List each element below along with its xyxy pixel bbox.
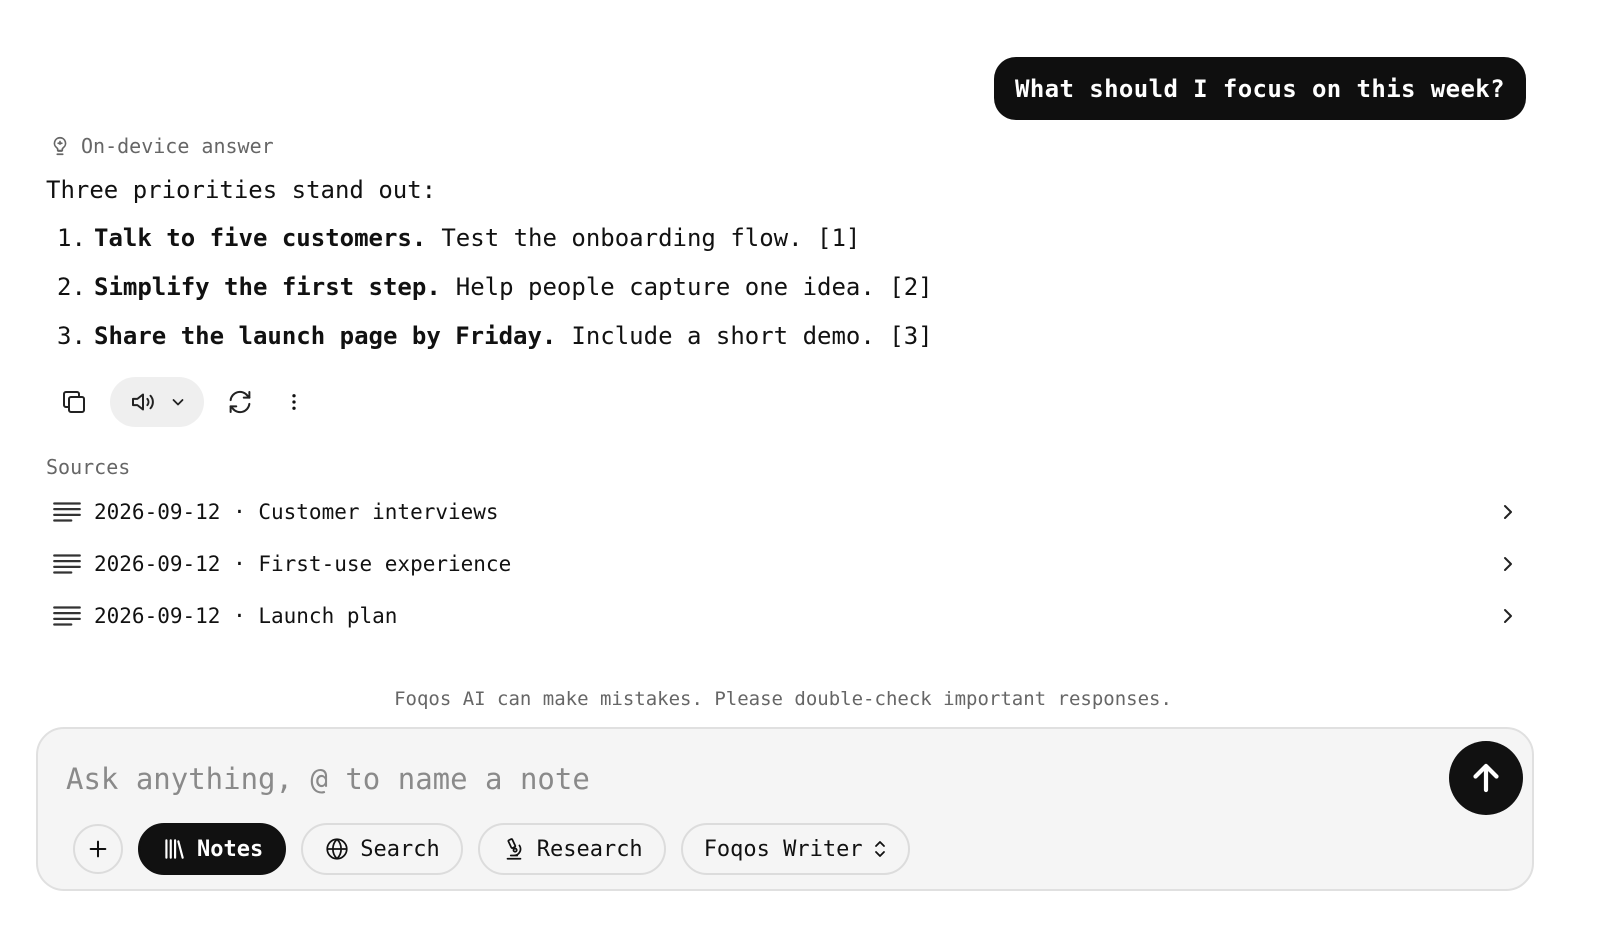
document-lines-icon [53,554,81,574]
arrow-up-icon [1473,763,1499,793]
document-lines-icon [53,502,81,522]
chevron-down-icon [172,399,184,406]
regenerate-button[interactable] [220,378,260,426]
globe-icon [326,838,348,860]
list-item-number: 3. [57,322,86,350]
source-item[interactable]: 2026-09-12 · First-use experience [46,538,1524,590]
more-vertical-icon [292,394,296,410]
source-item[interactable]: 2026-09-12 · Customer interviews [46,486,1524,538]
list-item: 3. Share the launch page by Friday. Incl… [57,322,933,371]
source-item-label: 2026-09-12 · Launch plan [94,604,398,628]
chevron-right-icon [1504,557,1512,571]
ask-input[interactable] [66,753,1426,805]
composer: Notes Search Research Foqos Writer [36,727,1534,891]
notes-chip[interactable]: Notes [138,823,287,875]
list-item: 1. Talk to five customers. Test the onbo… [57,224,933,273]
microscope-icon [506,838,522,860]
research-chip-label: Research [536,836,643,862]
priority-list: 1. Talk to five customers. Test the onbo… [57,224,933,371]
refresh-icon [229,390,251,414]
chevron-right-icon [1504,609,1512,623]
list-item-title: Share the launch page by Friday. [94,322,557,350]
list-item-title: Simplify the first step. [94,273,441,301]
list-item-title: Talk to five customers. [94,224,427,252]
answer-actions [54,377,304,427]
chevron-right-icon [1504,505,1512,519]
search-chip[interactable]: Search [301,823,463,875]
document-lines-icon [53,606,81,626]
list-item-number: 1. [57,224,86,252]
notes-chip-label: Notes [197,836,264,862]
send-button[interactable] [1449,741,1523,815]
list-item-text: Test the onboarding flow. [1] [441,224,861,252]
speaker-icon [132,393,154,411]
model-selector[interactable]: Foqos Writer [680,823,910,875]
chevron-up-down-icon [874,841,885,857]
sources-heading: Sources [46,455,131,479]
sources-list: 2026-09-12 · Customer interviews 2026-09… [46,486,1524,642]
user-message-bubble: What should I focus on this week? [993,57,1526,120]
list-item-text: Help people capture one idea. [2] [455,273,933,301]
list-item: 2. Simplify the first step. Help people … [57,273,933,322]
answer-badge-label: On-device answer [81,134,274,158]
more-options-button[interactable] [284,378,304,426]
search-chip-label: Search [360,836,440,862]
source-item[interactable]: 2026-09-12 · Launch plan [46,590,1524,642]
list-item-text: Include a short demo. [3] [571,322,933,350]
composer-toolbar: Notes Search Research Foqos Writer [73,823,910,875]
answer-badge: On-device answer [49,134,274,158]
source-item-label: 2026-09-12 · Customer interviews [94,500,499,524]
copy-button[interactable] [54,378,94,426]
ai-disclaimer: Foqos AI can make mistakes. Please doubl… [394,688,1172,710]
research-chip[interactable]: Research [477,823,666,875]
add-attachment-button[interactable] [73,824,123,874]
list-item-number: 2. [57,273,86,301]
plus-icon [89,840,107,858]
brain-icon [53,136,67,156]
copy-icon [63,391,85,413]
answer-intro: Three priorities stand out: [46,176,437,204]
model-selector-label: Foqos Writer [703,836,863,862]
library-icon [165,839,184,859]
read-aloud-button[interactable] [110,377,204,427]
source-item-label: 2026-09-12 · First-use experience [94,552,512,576]
